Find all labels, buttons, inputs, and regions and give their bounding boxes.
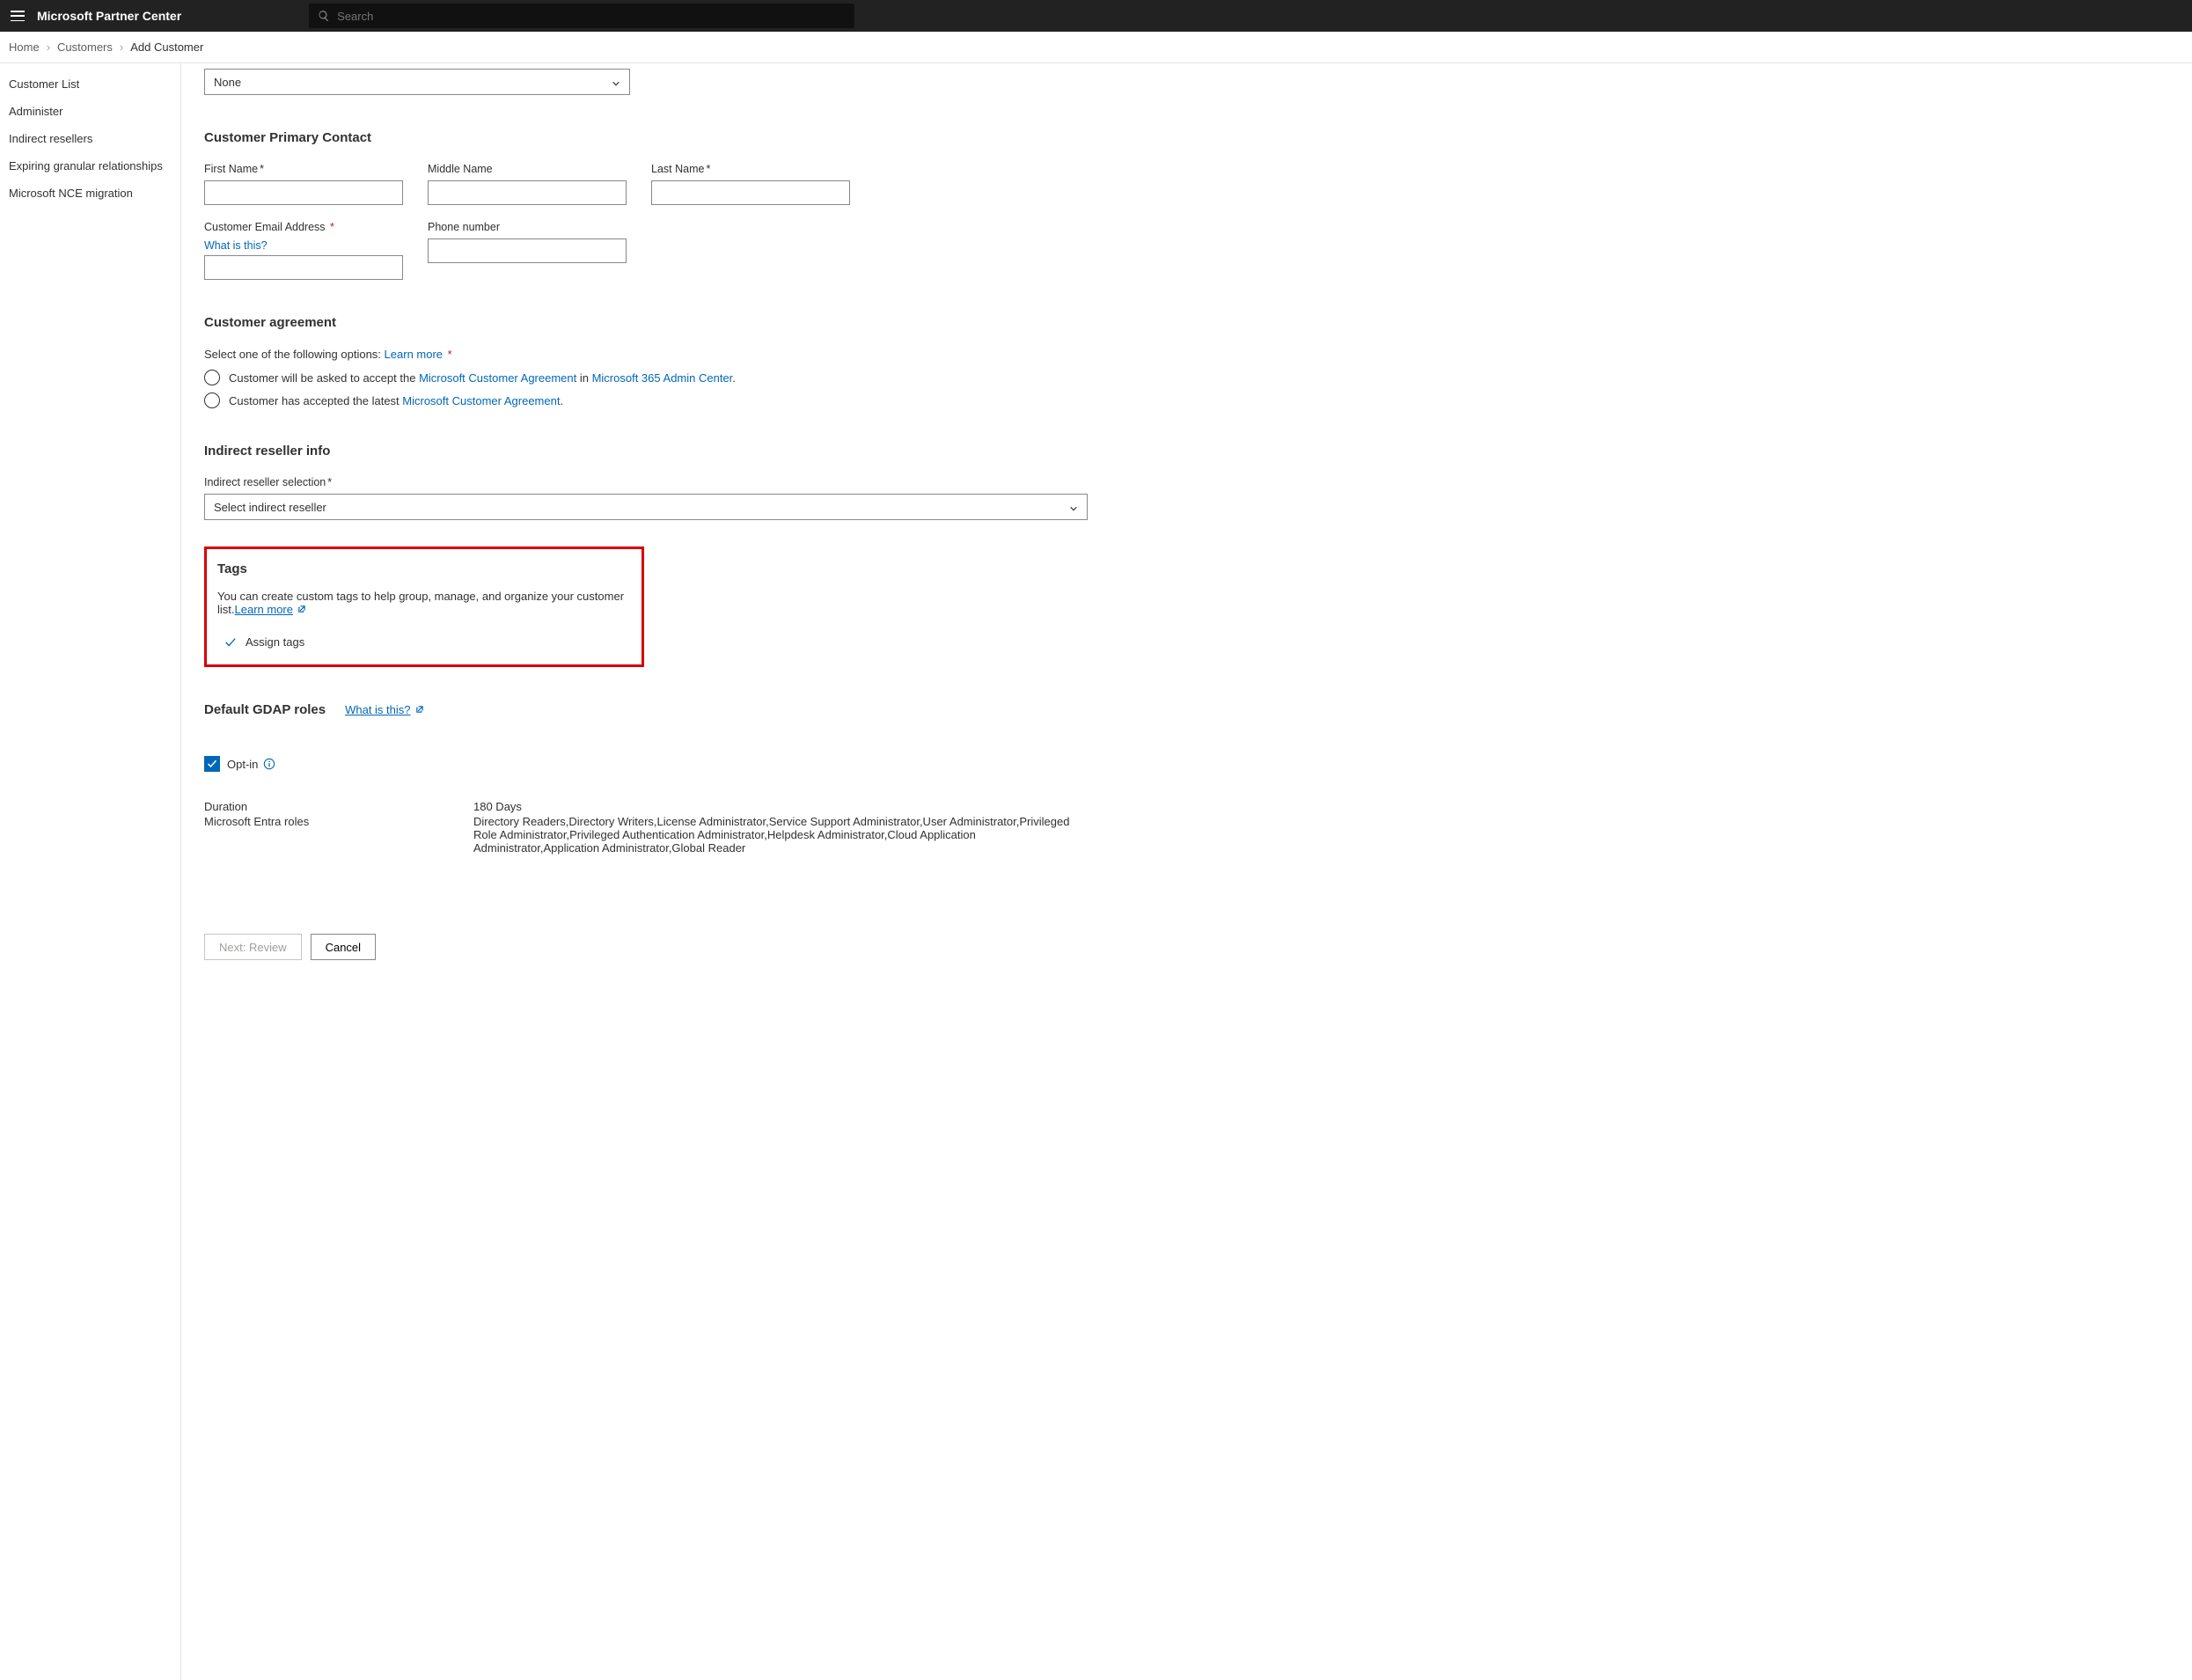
- tags-section: Tags You can create custom tags to help …: [204, 547, 644, 667]
- breadcrumb: Home › Customers › Add Customer: [0, 32, 2192, 63]
- sidebar-item-nce-migration[interactable]: Microsoft NCE migration: [0, 180, 180, 207]
- first-name-label: First Name*: [204, 163, 403, 175]
- brand-title: Microsoft Partner Center: [37, 9, 181, 23]
- section-reseller-heading: Indirect reseller info: [204, 444, 1088, 459]
- radio-icon: [204, 392, 220, 408]
- next-review-button[interactable]: Next: Review: [204, 934, 302, 960]
- section-gdap-heading: Default GDAP roles: [204, 702, 326, 717]
- duration-label: Duration: [204, 800, 473, 813]
- email-help-link[interactable]: What is this?: [204, 239, 268, 252]
- info-icon[interactable]: [263, 758, 275, 770]
- entra-roles-label: Microsoft Entra roles: [204, 815, 473, 855]
- agreement-learn-more-link[interactable]: Learn more: [385, 348, 443, 361]
- agreement-option-1[interactable]: Customer will be asked to accept the Mic…: [204, 370, 1088, 385]
- gdap-details: Duration 180 Days Microsoft Entra roles …: [204, 800, 1088, 855]
- external-link-icon: [297, 604, 307, 614]
- mca-link[interactable]: Microsoft Customer Agreement: [419, 371, 576, 385]
- gdap-what-is-link[interactable]: What is this?: [345, 703, 424, 716]
- agreement-helper: Select one of the following options: Lea…: [204, 348, 1088, 361]
- assign-tags-label: Assign tags: [246, 635, 304, 649]
- cancel-button[interactable]: Cancel: [311, 934, 376, 960]
- email-input[interactable]: [204, 255, 403, 280]
- top-select-value: None: [214, 76, 241, 89]
- tags-description: You can create custom tags to help group…: [217, 590, 631, 616]
- optin-row: Opt-in: [204, 756, 1088, 772]
- top-select[interactable]: None: [204, 69, 630, 95]
- sidebar-item-customer-list[interactable]: Customer List: [0, 70, 180, 98]
- footer-buttons: Next: Review Cancel: [204, 934, 1088, 960]
- phone-input[interactable]: [428, 238, 627, 263]
- sidebar-item-expiring-relationships[interactable]: Expiring granular relationships: [0, 152, 180, 180]
- checkmark-icon: [207, 759, 217, 769]
- first-name-input[interactable]: [204, 180, 403, 205]
- tags-heading: Tags: [217, 561, 631, 576]
- chevron-right-icon: ›: [47, 40, 50, 54]
- last-name-input[interactable]: [651, 180, 850, 205]
- reseller-select[interactable]: Select indirect reseller: [204, 494, 1088, 520]
- section-contact-heading: Customer Primary Contact: [204, 130, 1088, 145]
- search-icon: [318, 10, 330, 22]
- duration-value: 180 Days: [473, 800, 1088, 813]
- search-container[interactable]: [309, 4, 854, 28]
- reseller-label: Indirect reseller selection*: [204, 476, 1088, 488]
- optin-label: Opt-in: [227, 758, 258, 771]
- external-link-icon: [414, 704, 425, 715]
- agreement-option-2[interactable]: Customer has accepted the latest Microso…: [204, 392, 1088, 408]
- main-content: None Customer Primary Contact First Name…: [181, 63, 1088, 1680]
- tags-learn-more-link[interactable]: Learn more: [235, 603, 307, 616]
- email-label: Customer Email Address *: [204, 221, 403, 233]
- top-bar: Microsoft Partner Center: [0, 0, 2192, 32]
- checkmark-icon: [224, 636, 237, 649]
- breadcrumb-current: Add Customer: [130, 40, 203, 54]
- breadcrumb-home[interactable]: Home: [9, 40, 40, 54]
- chevron-right-icon: ›: [120, 40, 123, 54]
- hamburger-icon[interactable]: [11, 11, 25, 21]
- middle-name-input[interactable]: [428, 180, 627, 205]
- m365-admin-link[interactable]: Microsoft 365 Admin Center: [592, 371, 733, 385]
- assign-tags-button[interactable]: Assign tags: [217, 635, 631, 649]
- sidebar-item-indirect-resellers[interactable]: Indirect resellers: [0, 125, 180, 152]
- search-input[interactable]: [337, 10, 846, 23]
- reseller-select-value: Select indirect reseller: [214, 501, 326, 514]
- breadcrumb-customers[interactable]: Customers: [57, 40, 113, 54]
- sidebar: Customer List Administer Indirect resell…: [0, 63, 181, 1680]
- last-name-label: Last Name*: [651, 163, 850, 175]
- radio-icon: [204, 370, 220, 385]
- phone-label: Phone number: [428, 221, 627, 233]
- sidebar-item-administer[interactable]: Administer: [0, 98, 180, 125]
- chevron-down-icon: [1069, 503, 1078, 511]
- entra-roles-value: Directory Readers,Directory Writers,Lice…: [473, 815, 1088, 855]
- chevron-down-icon: [612, 77, 620, 86]
- section-agreement-heading: Customer agreement: [204, 315, 1088, 330]
- middle-name-label: Middle Name: [428, 163, 627, 175]
- mca-link-2[interactable]: Microsoft Customer Agreement: [402, 394, 560, 407]
- optin-checkbox[interactable]: [204, 756, 220, 772]
